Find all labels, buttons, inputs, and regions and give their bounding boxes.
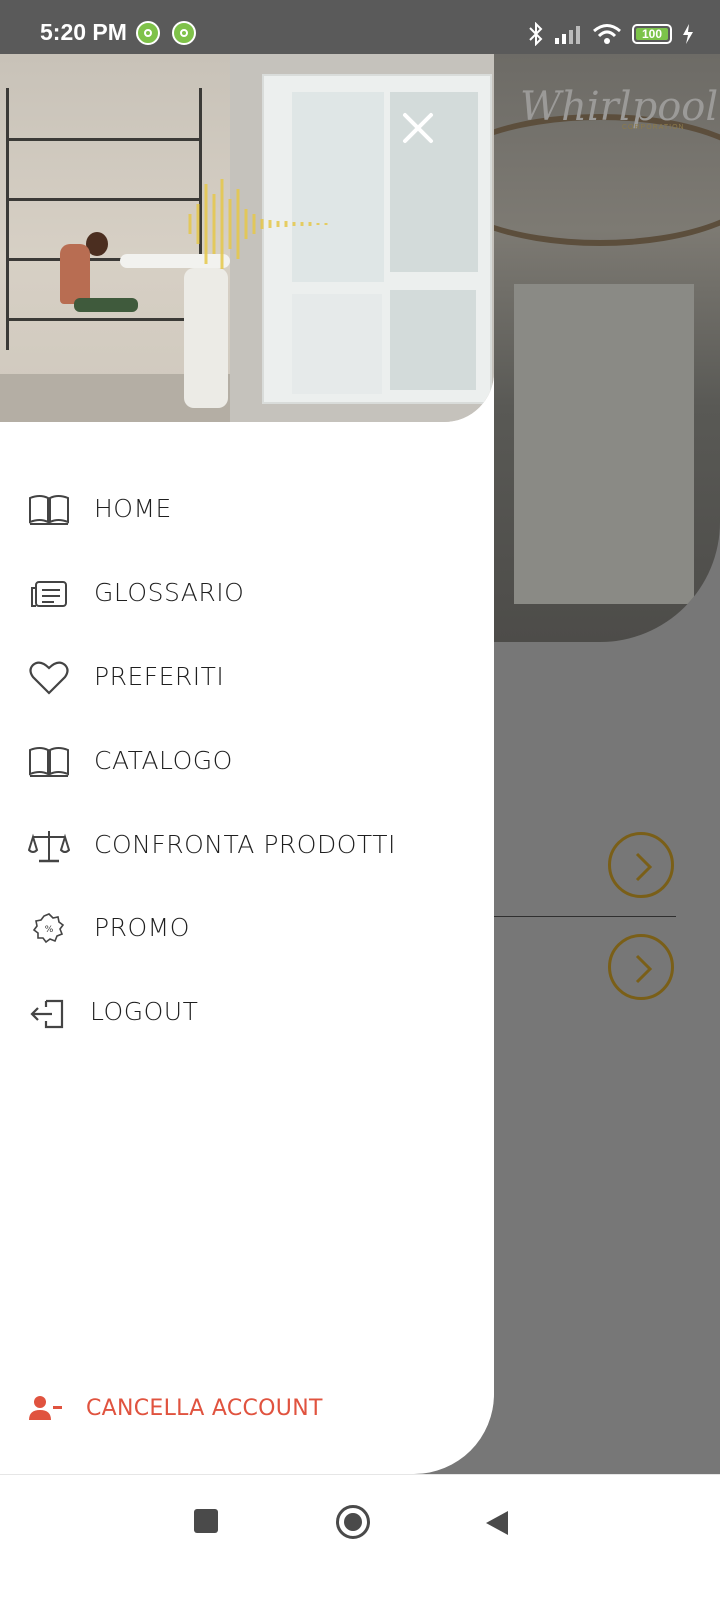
background-hero-image — [494, 54, 720, 642]
app-notification-icon — [136, 21, 160, 45]
menu-item-confronta-prodotti[interactable]: CONFRONTA PRODOTTI — [0, 816, 494, 876]
book-open-icon — [29, 495, 69, 525]
menu-label: CATALOGO — [94, 746, 233, 775]
drawer-hero-image — [0, 54, 494, 422]
menu-label: CONFRONTA PRODOTTI — [94, 830, 396, 859]
brand-logo-sub: CORPORATION — [622, 124, 685, 131]
cancel-account-button[interactable]: CANCELLA ACCOUNT — [28, 1388, 348, 1432]
chevron-right-button[interactable] — [608, 832, 674, 898]
scale-icon — [28, 831, 70, 863]
home-button[interactable] — [336, 1505, 370, 1539]
close-button[interactable] — [400, 110, 436, 146]
back-button[interactable] — [484, 1509, 510, 1537]
wifi-icon — [593, 24, 621, 44]
chevron-right-icon — [635, 954, 653, 984]
bluetooth-icon — [529, 22, 543, 46]
remove-user-icon — [29, 1396, 62, 1420]
newspaper-icon — [31, 581, 67, 607]
menu-item-logout[interactable]: LOGOUT — [0, 983, 494, 1043]
chevron-right-icon — [635, 852, 653, 882]
menu-label: PROMO — [94, 913, 190, 942]
book-open-icon — [29, 747, 69, 777]
cancel-account-label: CANCELLA ACCOUNT — [86, 1396, 323, 1421]
heart-icon — [29, 661, 69, 695]
menu-item-preferiti[interactable]: PREFERITI — [0, 648, 494, 708]
menu-label: HOME — [94, 494, 172, 523]
chevron-right-button[interactable] — [608, 934, 674, 1000]
recent-apps-button[interactable] — [194, 1509, 218, 1533]
status-time: 5:20 PM — [40, 19, 127, 45]
charging-icon — [683, 24, 693, 44]
menu-item-catalogo[interactable]: CATALOGO — [0, 732, 494, 792]
menu-label: LOGOUT — [90, 997, 199, 1026]
menu-item-home[interactable]: HOME — [0, 480, 494, 540]
menu-label: PREFERITI — [94, 662, 225, 691]
system-navigation-bar — [0, 1474, 720, 1601]
menu-item-glossario[interactable]: GLOSSARIO — [0, 564, 494, 624]
app-notification-icon — [172, 21, 196, 45]
discount-badge-icon: % — [32, 913, 65, 944]
battery-level: 100 — [636, 28, 668, 41]
status-icons: 100 — [528, 22, 694, 46]
signal-icon — [555, 26, 580, 44]
svg-text:%: % — [45, 925, 54, 935]
navigation-drawer: HOME GLOSSARIO PREFERITI CATALOGO CONFRO… — [0, 54, 494, 1474]
divider — [494, 916, 676, 917]
battery-icon: 100 — [632, 24, 672, 44]
menu-item-promo[interactable]: % PROMO — [0, 899, 494, 959]
sound-wave-graphic — [188, 179, 328, 269]
menu-label: GLOSSARIO — [94, 578, 245, 607]
logout-icon — [30, 999, 64, 1029]
brand-logo: Whirlpool — [520, 84, 719, 130]
